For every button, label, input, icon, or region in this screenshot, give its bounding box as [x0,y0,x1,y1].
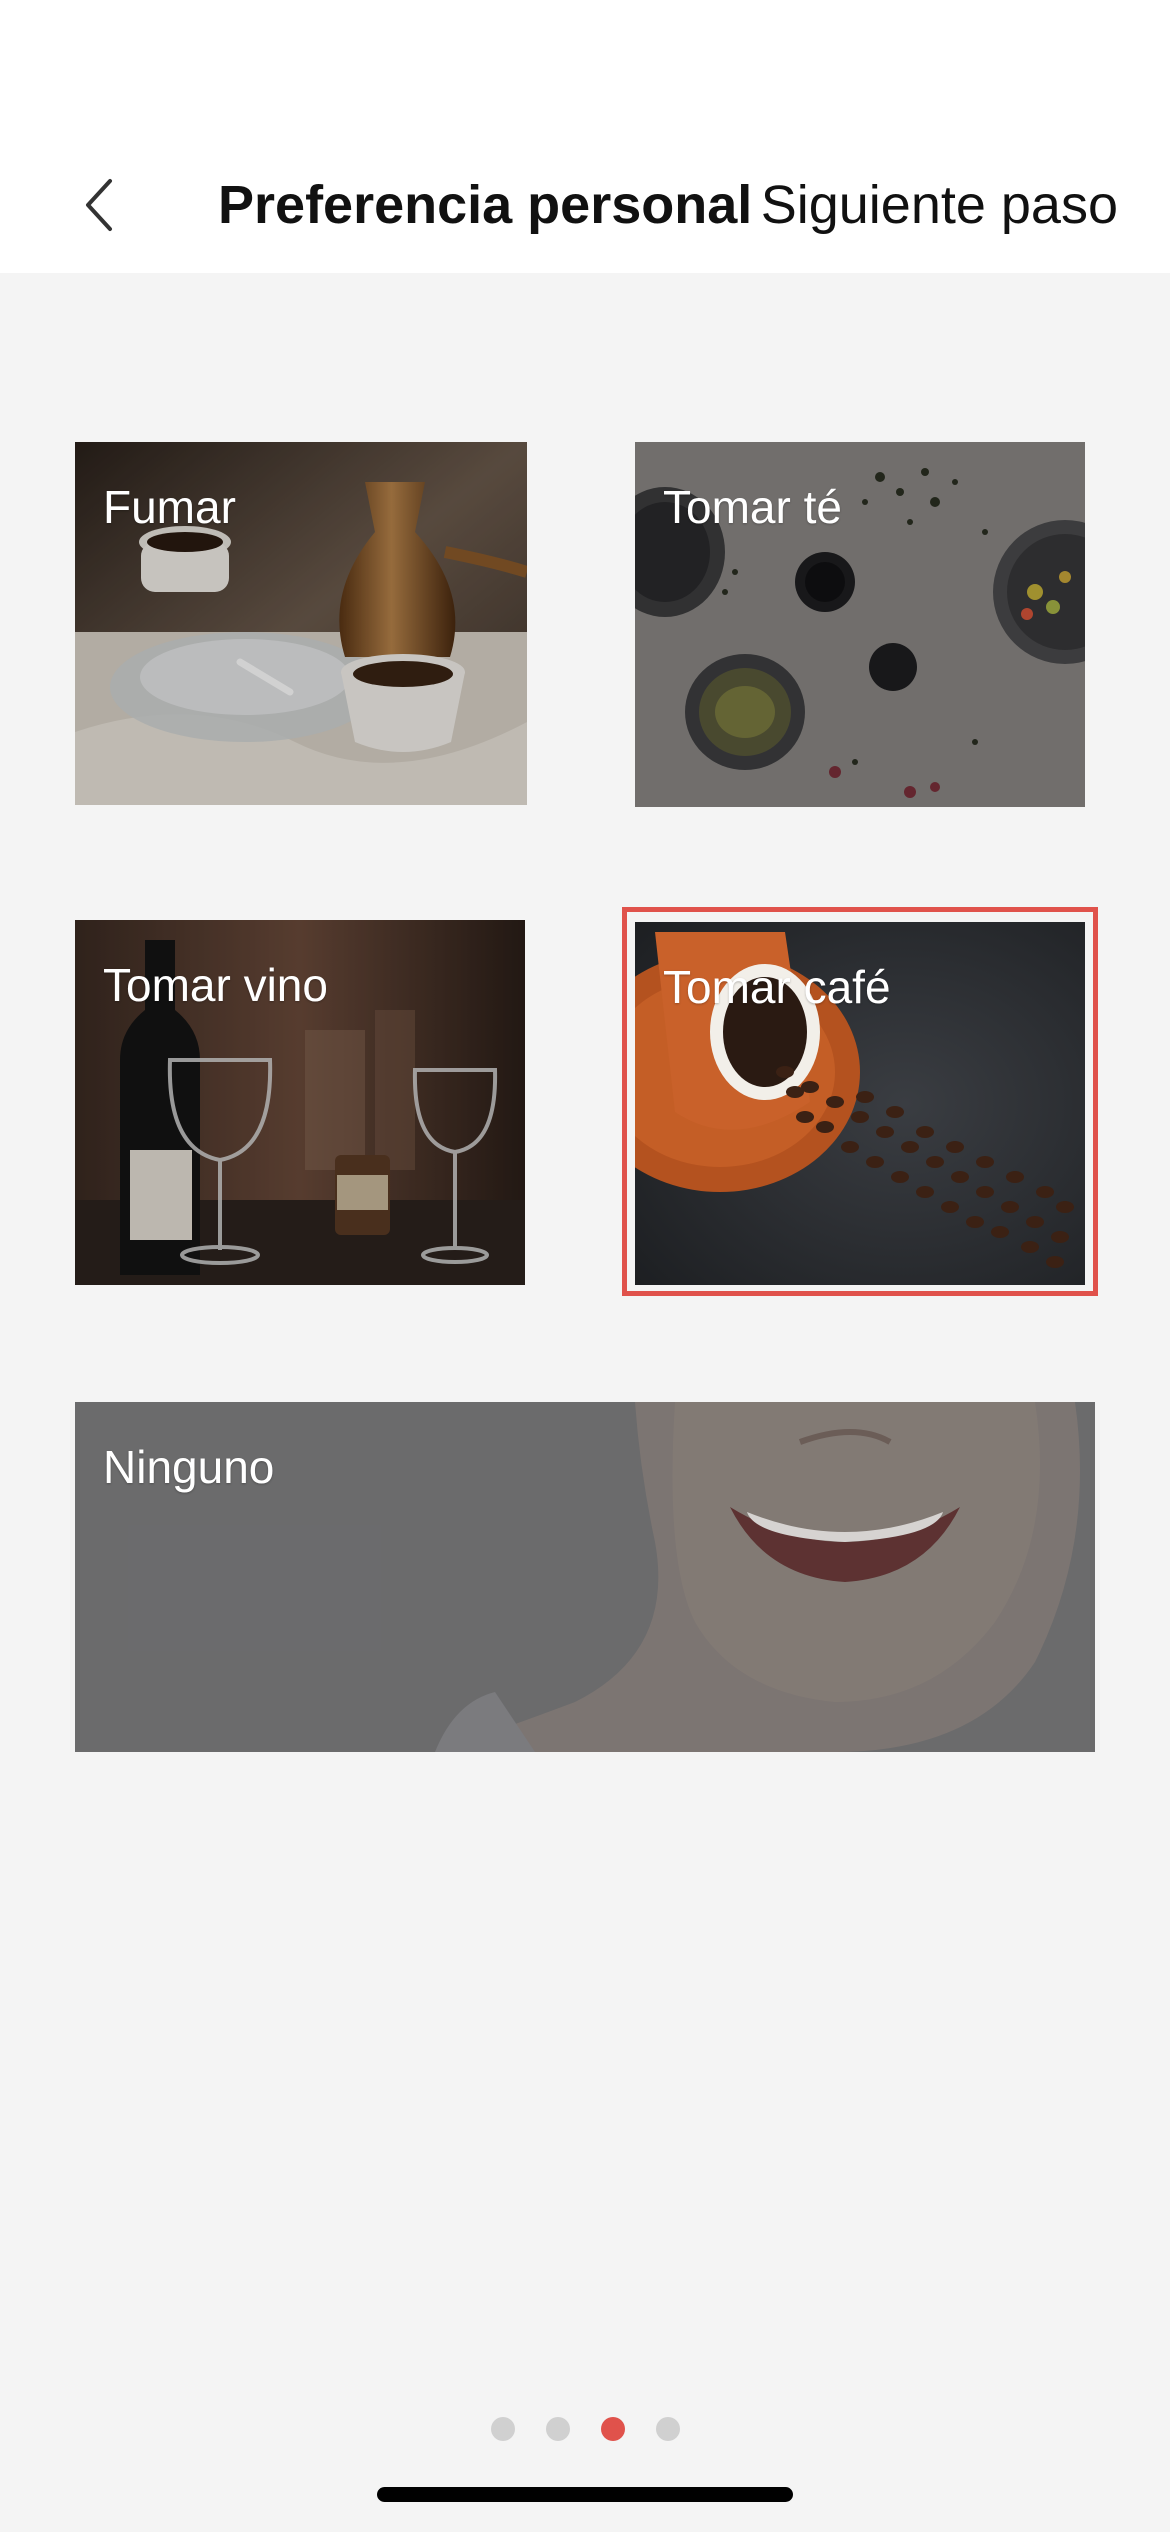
page-dot-3-active [600,2417,625,2441]
page-indicator [0,2417,1170,2441]
page-dot-4 [655,2417,680,2441]
next-step-button[interactable]: Siguiente paso [761,170,1118,240]
navigation-bar: Preferencia personal Siguiente paso [0,0,1170,273]
option-label: Tomar vino [103,959,328,1011]
option-card-tomar-vino[interactable]: Tomar vino [75,920,525,1285]
page-dot-1 [490,2417,515,2441]
back-button[interactable] [60,165,140,245]
option-card-tomar-cafe[interactable]: Tomar café [635,922,1085,1285]
page-dot-2 [545,2417,570,2441]
option-label: Fumar [103,481,236,533]
option-card-fumar[interactable]: Fumar [75,442,527,805]
preference-screen: Preferencia personal Siguiente paso Fuma… [0,0,1170,2532]
option-card-tomar-te[interactable]: Tomar té [635,442,1085,807]
option-card-ninguno[interactable]: Ninguno [75,1402,1095,1752]
option-label: Tomar café [663,961,891,1013]
page-title: Preferencia personal [218,175,753,235]
home-indicator[interactable] [377,2487,793,2502]
option-label: Ninguno [103,1441,275,1493]
chevron-left-icon [86,179,112,231]
option-label: Tomar té [663,481,842,533]
